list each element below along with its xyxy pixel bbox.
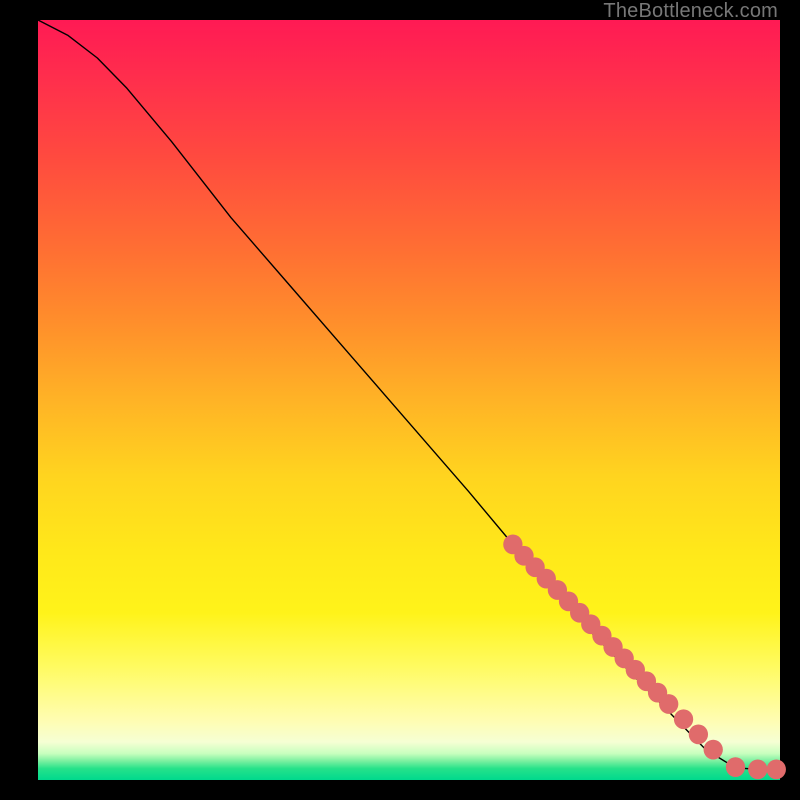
data-marker [748, 759, 767, 779]
data-marker [659, 694, 678, 714]
data-marker [689, 725, 708, 745]
chart-stage: TheBottleneck.com [0, 0, 800, 800]
data-marker [674, 709, 693, 729]
data-marker [726, 757, 745, 777]
plot-area [38, 20, 780, 780]
chart-svg [38, 20, 780, 780]
curve-line [38, 20, 780, 769]
data-marker [767, 759, 786, 779]
data-marker [704, 740, 723, 760]
